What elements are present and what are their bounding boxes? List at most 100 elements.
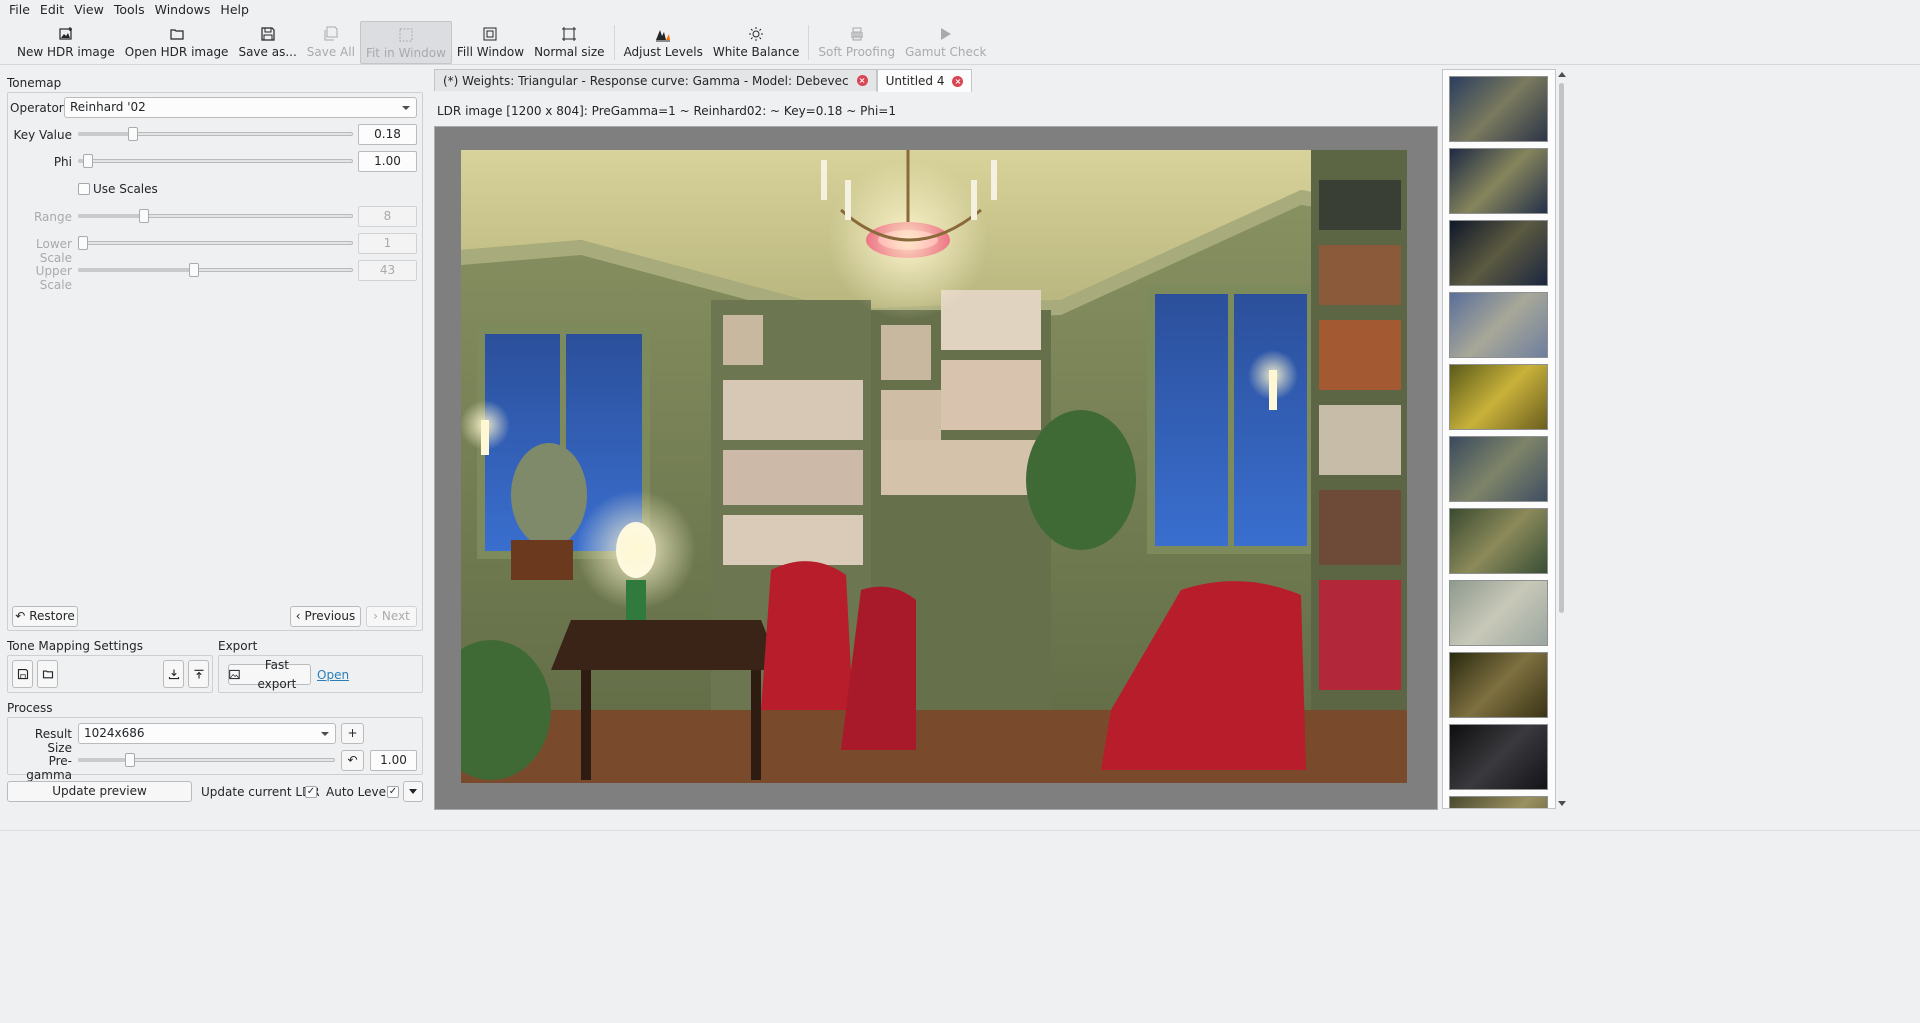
previous-button[interactable]: ‹ Previous	[290, 606, 361, 627]
load-settings-button[interactable]	[37, 660, 58, 688]
update-current-ldr-label: Update current LDR	[201, 785, 320, 799]
reset-pregamma-button[interactable]: ↶	[341, 750, 364, 771]
update-preview-button[interactable]: Update preview	[7, 781, 192, 802]
slider-handle[interactable]	[138, 209, 149, 223]
thumbnail-scrollbar[interactable]	[1556, 69, 1567, 809]
range-label: Range	[33, 210, 72, 224]
lower-scale-input[interactable]: 1	[358, 233, 417, 254]
white-balance-button[interactable]: White Balance	[708, 21, 805, 64]
use-scales-label: Use Scales	[93, 182, 158, 196]
close-icon[interactable]: ×	[856, 75, 868, 86]
status-bar	[0, 830, 1920, 1023]
save-all-button[interactable]: Save All	[302, 21, 360, 64]
save-settings-button[interactable]	[12, 660, 33, 688]
folder-icon	[170, 29, 184, 40]
new-hdr-button[interactable]: New HDR image	[12, 21, 120, 64]
fast-export-button[interactable]: Fast export	[228, 658, 311, 691]
upper-scale-label: Upper Scale	[35, 264, 72, 292]
adjust-levels-button[interactable]: Adjust Levels	[619, 21, 708, 64]
scroll-down-icon[interactable]	[1558, 801, 1566, 806]
tonemap-title: Tonemap	[7, 76, 62, 90]
download-icon	[168, 669, 179, 680]
pregamma-input[interactable]: 1.00	[370, 750, 417, 771]
gamut-check-button[interactable]: Gamut Check	[900, 21, 991, 64]
thumbnail[interactable]	[1449, 508, 1548, 574]
tonemap-frame	[7, 92, 423, 631]
fill-window-icon	[483, 27, 497, 41]
range-input[interactable]: 8	[358, 206, 417, 227]
menu-view[interactable]: View	[69, 0, 109, 20]
tab-hdr-weights[interactable]: (*) Weights: Triangular - Response curve…	[434, 69, 877, 91]
auto-levels-label: Auto Levels	[326, 785, 396, 799]
tm-settings-title: Tone Mapping Settings	[7, 639, 143, 653]
menu-windows[interactable]: Windows	[150, 0, 216, 20]
phi-slider[interactable]	[78, 153, 353, 169]
open-hdr-button[interactable]: Open HDR image	[120, 21, 234, 64]
thumbnail[interactable]	[1449, 436, 1548, 502]
menu-help[interactable]: Help	[215, 0, 254, 20]
upper-scale-slider[interactable]	[78, 262, 353, 278]
image-icon	[229, 669, 240, 680]
close-icon[interactable]: ×	[952, 75, 964, 87]
thumbnail[interactable]	[1449, 220, 1548, 286]
undo-icon: ↶	[15, 609, 26, 623]
pregamma-label: Pre-gamma	[26, 754, 72, 782]
scroll-up-icon[interactable]	[1558, 72, 1566, 77]
operator-select[interactable]: Reinhard '02	[64, 97, 417, 118]
menu-file[interactable]: File	[4, 0, 35, 20]
thumbnail[interactable]	[1449, 364, 1548, 430]
fit-window-button[interactable]: Fit in Window	[359, 21, 452, 64]
thumbnail[interactable]	[1449, 652, 1548, 718]
thumbnail[interactable]	[1449, 796, 1548, 808]
process-menu-button[interactable]	[403, 781, 423, 802]
new-image-icon	[59, 27, 72, 40]
thumbnail-strip[interactable]	[1442, 69, 1556, 809]
document-tabs: (*) Weights: Triangular - Response curve…	[434, 69, 973, 92]
soft-proofing-button[interactable]: Soft Proofing	[813, 21, 900, 64]
next-button[interactable]: › Next	[366, 606, 417, 627]
printer-icon	[850, 27, 863, 41]
save-as-button[interactable]: Save as...	[233, 21, 301, 64]
normal-size-icon	[562, 27, 577, 41]
export-settings-button[interactable]	[188, 660, 209, 688]
menu-edit[interactable]: Edit	[35, 0, 69, 20]
tab-untitled-4[interactable]: Untitled 4 ×	[876, 69, 973, 92]
pregamma-slider[interactable]	[78, 752, 335, 768]
normal-size-button[interactable]: Normal size	[529, 21, 610, 64]
use-scales-checkbox[interactable]	[78, 183, 90, 195]
undo-icon: ↶	[347, 753, 358, 767]
key-value-slider[interactable]	[78, 126, 353, 142]
fill-window-button[interactable]: Fill Window	[452, 21, 529, 64]
range-slider[interactable]	[78, 208, 353, 224]
result-size-label: Result Size	[34, 727, 72, 755]
key-value-label: Key Value	[13, 128, 72, 142]
menu-tools[interactable]: Tools	[109, 0, 150, 20]
save-icon	[17, 668, 28, 680]
update-current-ldr-checkbox[interactable]: ✓	[305, 786, 317, 798]
thumbnail[interactable]	[1449, 292, 1548, 358]
thumbnail[interactable]	[1449, 148, 1548, 214]
scrollbar-thumb[interactable]	[1559, 83, 1564, 613]
auto-levels-checkbox[interactable]: ✓	[387, 786, 399, 798]
slider-handle[interactable]	[83, 154, 94, 168]
thumbnail[interactable]	[1449, 724, 1548, 790]
open-link[interactable]: Open	[317, 668, 349, 682]
add-size-button[interactable]: +	[341, 723, 364, 744]
plus-icon: +	[347, 726, 358, 740]
slider-handle[interactable]	[78, 236, 88, 250]
thumbnail[interactable]	[1449, 580, 1548, 646]
ldr-image-preview[interactable]	[461, 150, 1407, 783]
key-value-input[interactable]: 0.18	[358, 124, 417, 145]
export-title: Export	[218, 639, 258, 653]
result-size-select[interactable]: 1024x686	[78, 723, 336, 744]
slider-handle[interactable]	[189, 263, 200, 277]
slider-handle[interactable]	[124, 753, 135, 767]
slider-handle[interactable]	[128, 127, 139, 141]
restore-button[interactable]: ↶ Restore	[12, 606, 78, 627]
thumbnail[interactable]	[1449, 76, 1548, 142]
lower-scale-slider[interactable]	[78, 235, 353, 251]
toolbar-separator	[808, 25, 810, 60]
phi-input[interactable]: 1.00	[358, 151, 417, 172]
import-settings-button[interactable]	[163, 660, 184, 688]
upper-scale-input[interactable]: 43	[358, 260, 417, 281]
